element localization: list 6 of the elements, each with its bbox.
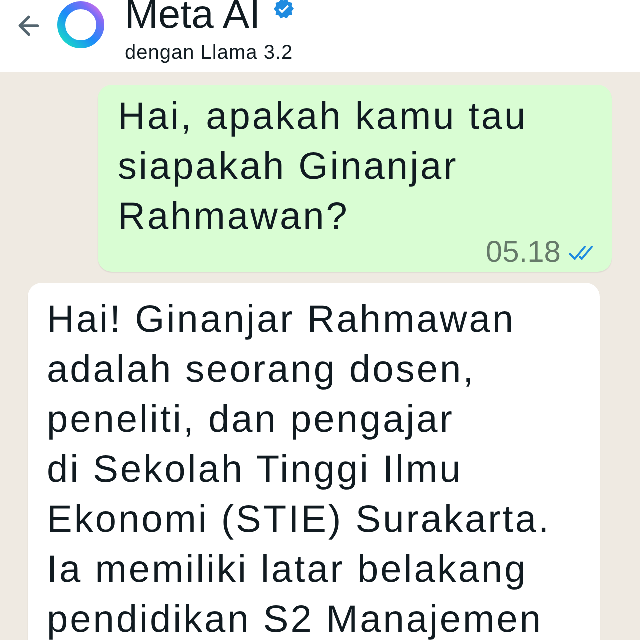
message-text: Hai! Ginanjar Rahmawan adalah seorang dosen, peneliti, dan pengajar di Sekolah Tinggi Ilmu Ekonomi (STIE) Surakarta. Ia memiliki latar belakang pendidikan S2 Manajemen <box>47 298 552 640</box>
message-time: 05.18 <box>486 242 561 264</box>
message-text: Hai, apakah kamu tau siapakah Ginanjar Rahmawan? <box>118 95 528 240</box>
ring-logo-icon <box>57 1 105 49</box>
chat-title: Meta AI <box>125 0 261 30</box>
chat-subtitle: dengan Llama 3.2 <box>125 41 294 65</box>
